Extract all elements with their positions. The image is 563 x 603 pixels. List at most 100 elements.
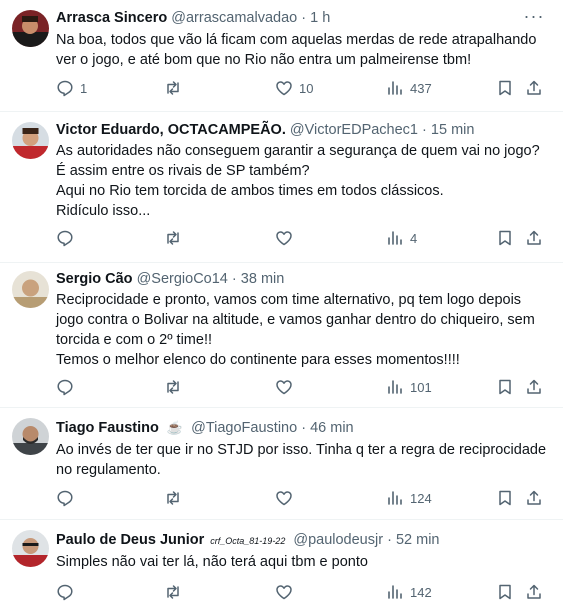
like-count: 10 <box>299 80 314 96</box>
timestamp[interactable]: 52 min <box>396 532 440 548</box>
reply-button[interactable] <box>56 488 80 508</box>
text-line: Simples não vai ter lá, não terá aqui tb… <box>56 554 368 570</box>
user-handle[interactable]: @paulodeusjr <box>293 532 383 548</box>
views-icon <box>388 491 402 505</box>
retweet-button[interactable] <box>164 377 188 397</box>
like-button[interactable]: 10 <box>275 78 313 98</box>
heart-icon <box>276 585 292 600</box>
avatar[interactable] <box>12 122 49 159</box>
tweet[interactable]: Arrasca Sincero @arrascamalvadao · 1 h ·… <box>0 0 563 112</box>
retweet-button[interactable] <box>164 488 188 508</box>
bookmark-button[interactable] <box>496 228 514 248</box>
tweet[interactable]: Tiago Faustino ☕ @TiagoFaustino · 46 min… <box>0 408 563 520</box>
views-button[interactable]: 101 <box>386 377 432 397</box>
display-name[interactable]: Sergio Cão <box>56 271 133 287</box>
bookmark-icon <box>499 490 511 506</box>
bookmark-icon <box>499 230 511 246</box>
separator: · <box>231 271 237 287</box>
tweet[interactable]: Sergio Cão @SergioCo14 · 38 min Reciproc… <box>0 263 563 408</box>
views-icon <box>388 81 402 95</box>
views-button[interactable]: 437 <box>386 78 432 98</box>
tweet-header: Paulo de Deus Junior crf_Octa_81-19-22 @… <box>56 530 523 550</box>
view-count: 437 <box>410 80 432 96</box>
reply-button[interactable] <box>56 228 80 248</box>
reply-count: 1 <box>80 80 88 96</box>
user-handle[interactable]: @arrascamalvadao <box>171 10 297 26</box>
like-button[interactable] <box>275 582 299 602</box>
user-handle[interactable]: @VictorEDPachec1 <box>290 122 418 138</box>
avatar[interactable] <box>12 271 49 308</box>
avatar[interactable] <box>12 10 49 47</box>
profile-badge: crf_Octa_81-19-22 <box>210 536 286 546</box>
share-icon <box>527 490 541 505</box>
separator: · <box>422 122 427 138</box>
share-icon <box>527 379 541 394</box>
heart-icon <box>276 380 292 395</box>
user-handle[interactable]: @TiagoFaustino <box>191 420 297 436</box>
tweet-text: Simples não vai ter lá, não terá aqui tb… <box>56 552 547 572</box>
reply-icon <box>57 230 73 247</box>
like-button[interactable] <box>275 377 299 397</box>
bookmark-button[interactable] <box>496 78 514 98</box>
bookmark-button[interactable] <box>496 377 514 397</box>
timestamp[interactable]: 38 min <box>241 271 285 287</box>
share-button[interactable] <box>525 377 543 397</box>
retweet-button[interactable] <box>164 228 188 248</box>
separator: · <box>387 532 392 548</box>
bookmark-icon <box>499 584 511 600</box>
action-bar: 142 <box>56 582 547 602</box>
share-button[interactable] <box>525 228 543 248</box>
user-handle[interactable]: @SergioCo14 <box>137 271 228 287</box>
avatar[interactable] <box>12 530 49 567</box>
views-button[interactable]: 4 <box>386 228 417 248</box>
text-line: Aqui no Rio tem torcida de ambos times e… <box>56 183 444 199</box>
share-button[interactable] <box>525 488 543 508</box>
text-line: As autoridades não conseguem garantir a … <box>56 143 540 159</box>
views-button[interactable]: 124 <box>386 488 432 508</box>
tweet-header: Victor Eduardo, OCTACAMPEÃO. @VictorEDPa… <box>56 120 523 140</box>
text-line: no regulamento. <box>56 462 161 478</box>
like-button[interactable] <box>275 488 299 508</box>
share-button[interactable] <box>525 582 543 602</box>
share-icon <box>527 230 541 245</box>
views-icon <box>388 585 402 599</box>
tweet-header: Tiago Faustino ☕ @TiagoFaustino · 46 min <box>56 418 523 438</box>
text-line: Ao invés de ter que ir no STJD por isso.… <box>56 442 547 458</box>
reply-button[interactable] <box>56 582 80 602</box>
tweet[interactable]: Victor Eduardo, OCTACAMPEÃO. @VictorEDPa… <box>0 112 563 263</box>
tweet[interactable]: Paulo de Deus Junior crf_Octa_81-19-22 @… <box>0 520 563 603</box>
timestamp[interactable]: 15 min <box>431 122 475 138</box>
display-name[interactable]: Tiago Faustino <box>56 420 159 436</box>
views-button[interactable]: 142 <box>386 582 432 602</box>
display-name[interactable]: Arrasca Sincero <box>56 10 167 26</box>
separator: · <box>301 420 307 436</box>
text-line: Temos o melhor elenco do continente para… <box>56 352 460 368</box>
share-button[interactable] <box>525 78 543 98</box>
bookmark-button[interactable] <box>496 582 514 602</box>
tweet-text: Reciprocidade e pronto, vamos com time a… <box>56 290 547 370</box>
retweet-button[interactable] <box>164 582 188 602</box>
bookmark-button[interactable] <box>496 488 514 508</box>
display-name[interactable]: Paulo de Deus Junior <box>56 532 204 548</box>
tweet-header: Sergio Cão @SergioCo14 · 38 min <box>56 269 523 289</box>
reply-button[interactable]: 1 <box>56 78 87 98</box>
like-button[interactable] <box>275 228 299 248</box>
tweet-header: Arrasca Sincero @arrascamalvadao · 1 h <box>56 8 523 28</box>
avatar[interactable] <box>12 418 49 455</box>
reply-icon <box>57 584 73 601</box>
heart-icon <box>276 81 292 96</box>
retweet-icon <box>167 380 179 394</box>
more-options-icon[interactable]: ··· <box>523 7 545 30</box>
views-icon <box>388 380 402 394</box>
display-name[interactable]: Victor Eduardo, OCTACAMPEÃO. <box>56 122 286 138</box>
text-line: jogo contra o Bolivar na altitude, e vam… <box>56 312 535 328</box>
retweet-icon <box>167 231 179 245</box>
tweet-text: As autoridades não conseguem garantir a … <box>56 141 547 221</box>
text-line: Ridículo isso... <box>56 203 151 219</box>
timestamp[interactable]: 46 min <box>310 420 354 436</box>
retweet-button[interactable] <box>164 78 188 98</box>
text-line: Na boa, todos que vão lá ficam com aquel… <box>56 32 537 48</box>
retweet-icon <box>167 81 179 95</box>
timestamp[interactable]: 1 h <box>310 10 330 26</box>
reply-button[interactable] <box>56 377 80 397</box>
